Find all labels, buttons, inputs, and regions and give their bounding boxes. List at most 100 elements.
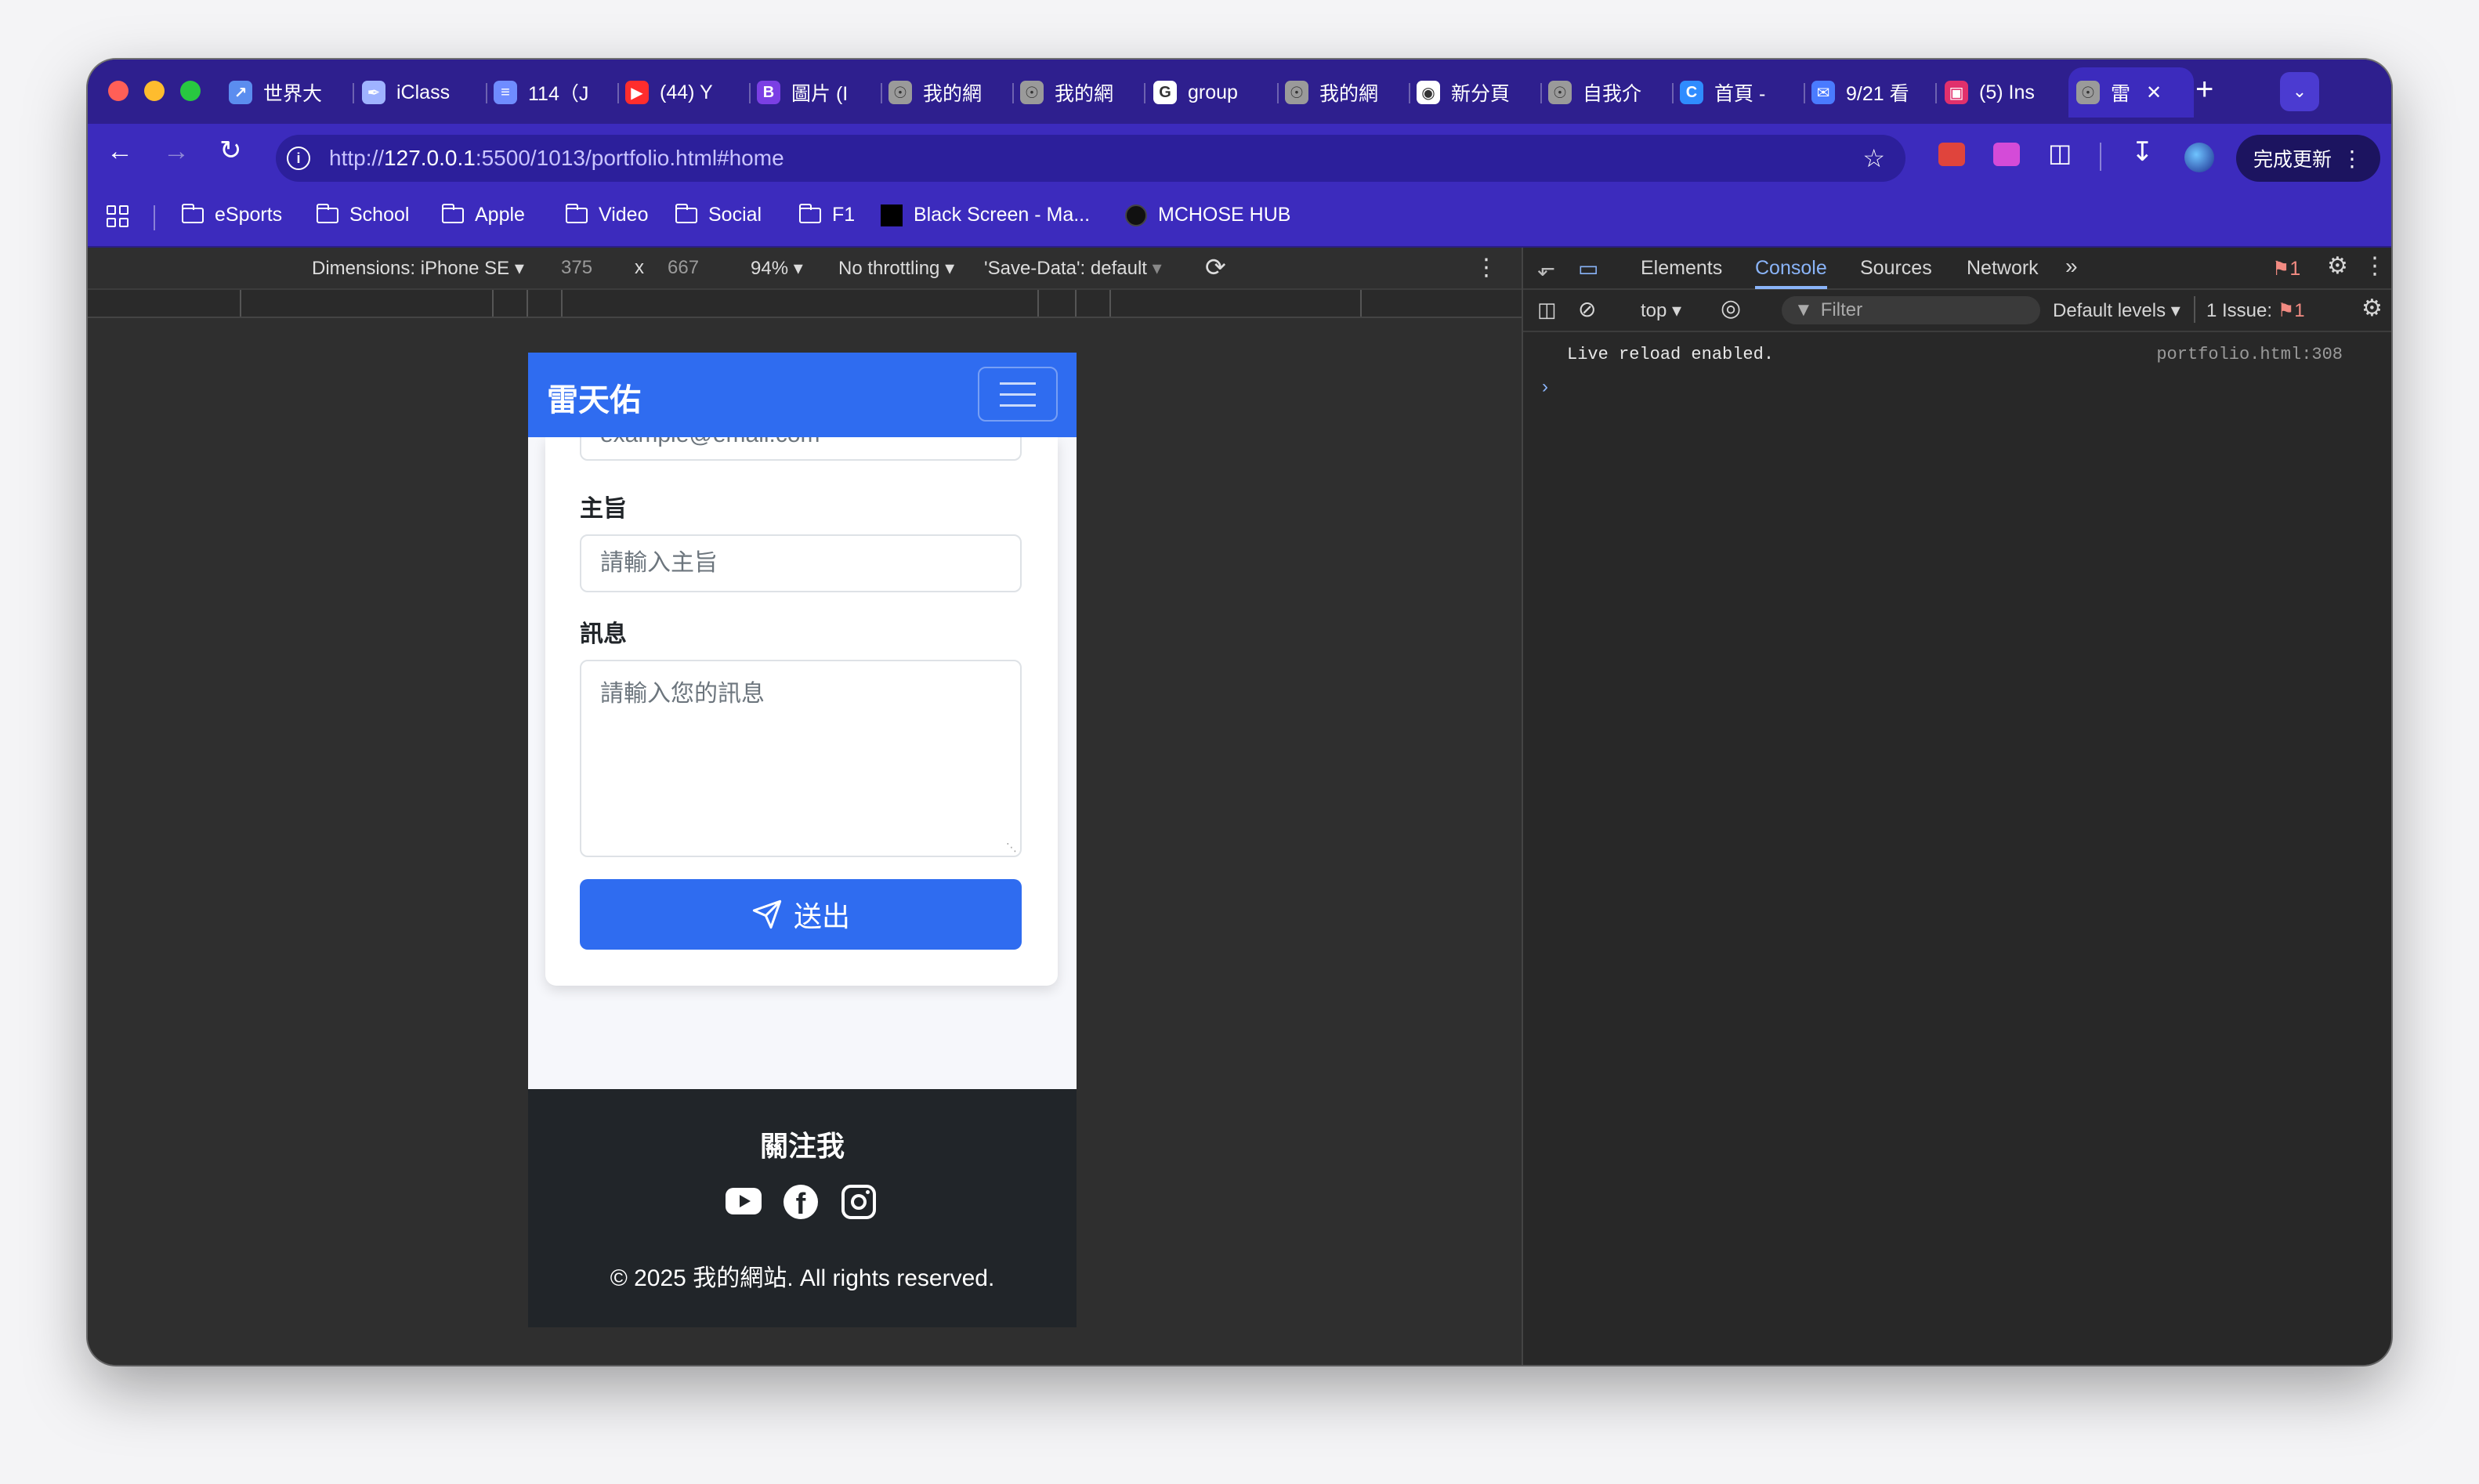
instagram-icon[interactable] xyxy=(841,1185,876,1219)
browser-tab[interactable]: C 首頁 - xyxy=(1672,67,1805,118)
browser-tab[interactable]: Ggroup xyxy=(1145,67,1279,118)
bookmark-label: Social xyxy=(708,204,762,226)
minimize-window-button[interactable] xyxy=(144,81,165,101)
extension-pink-icon[interactable] xyxy=(1993,143,2020,166)
youtube-icon[interactable] xyxy=(726,1188,762,1214)
browser-tab[interactable]: ↗ 世界大 xyxy=(221,67,354,118)
console-log-message: Live reload enabled. xyxy=(1567,345,1775,364)
browser-tab[interactable]: ≡ 114（J xyxy=(486,67,619,118)
extension-red-icon[interactable] xyxy=(1938,143,1965,166)
resize-handle-icon[interactable]: ⋱ xyxy=(1006,841,1017,854)
error-badge[interactable]: ⚑1 xyxy=(2272,257,2300,281)
browser-tab[interactable]: ▶ (44) Y xyxy=(617,67,751,118)
globe-icon: ☉ xyxy=(2076,81,2100,104)
height-field[interactable]: 667 xyxy=(668,257,699,279)
folder-icon xyxy=(799,203,821,223)
media-query-ruler[interactable] xyxy=(88,290,1522,318)
console-prompt-chevron-icon[interactable]: › xyxy=(1542,376,1548,398)
black-square-icon xyxy=(881,204,903,226)
console-log-source-link[interactable]: portfolio.html:308 xyxy=(2156,345,2343,364)
settings-gear-icon[interactable]: ⚙ xyxy=(2327,252,2348,280)
width-field[interactable]: 375 xyxy=(561,257,592,279)
device-toggle-icon[interactable]: ▭ xyxy=(1578,255,1598,281)
bookmark-item[interactable]: eSports xyxy=(182,203,282,226)
tab-label: 世界大 xyxy=(263,83,323,105)
devtools-tab-console[interactable]: Console xyxy=(1755,257,1827,289)
times-sign: x xyxy=(635,257,644,278)
browser-tab[interactable]: ✉ 9/21 看 xyxy=(1804,67,1937,118)
download-icon[interactable]: ↧ xyxy=(2131,136,2154,168)
tab-search-button[interactable]: ⌄ xyxy=(2280,72,2319,111)
rotate-icon[interactable]: ⟳ xyxy=(1205,252,1226,282)
caret-down-icon: ▾ xyxy=(1672,300,1682,321)
context-dropdown[interactable]: top ▾ xyxy=(1641,299,1681,322)
forward-button[interactable]: → xyxy=(163,136,190,167)
close-window-button[interactable] xyxy=(108,81,128,101)
bookmark-item[interactable]: Video xyxy=(566,203,649,226)
caret-down-icon: ▾ xyxy=(793,258,803,279)
more-tabs-icon[interactable]: » xyxy=(2065,254,2078,279)
bookmark-item[interactable]: Apple xyxy=(442,203,525,226)
browser-tab[interactable]: ▣ (5) Ins xyxy=(1937,67,2070,118)
bookmark-item[interactable]: Black Screen - Ma... xyxy=(881,204,1090,226)
zoom-window-button[interactable] xyxy=(180,81,201,101)
close-tab-icon[interactable]: ✕ xyxy=(2146,81,2162,104)
update-label: 完成更新 xyxy=(2253,149,2332,171)
browser-tab[interactable]: ☉ 我的網 xyxy=(1012,67,1145,118)
site-brand[interactable]: 雷天佑 xyxy=(547,375,641,420)
reload-button[interactable]: ↻ xyxy=(219,135,242,166)
browser-tab[interactable]: ☉ 自我介 xyxy=(1540,67,1674,118)
throttling-dropdown[interactable]: No throttling ▾ xyxy=(838,257,954,280)
log-levels-dropdown[interactable]: Default levels ▾ xyxy=(2053,299,2180,322)
tab-label: 雷 xyxy=(2111,83,2131,105)
bookmark-item[interactable]: F1 xyxy=(799,203,856,226)
bookmark-item[interactable]: School xyxy=(317,203,409,226)
clear-console-icon[interactable]: ⊘ xyxy=(1578,296,1596,322)
zoom-dropdown[interactable]: 94% ▾ xyxy=(751,257,803,280)
bookmark-label: F1 xyxy=(832,204,856,226)
devtools-tab-elements[interactable]: Elements xyxy=(1641,257,1722,280)
url-path: :5500/1013/portfolio.html#home xyxy=(475,146,784,170)
profile-avatar[interactable] xyxy=(2184,143,2214,172)
address-bar[interactable]: i http://127.0.0.1:5500/1013/portfolio.h… xyxy=(276,135,1905,182)
devtools-tab-sources[interactable]: Sources xyxy=(1860,257,1932,280)
console-filter-input[interactable]: ▼ Filter xyxy=(1782,296,2040,324)
caret-down-icon: ▾ xyxy=(514,258,524,279)
message-textarea[interactable]: 請輸入您的訊息 ⋱ xyxy=(580,660,1022,857)
site-info-icon[interactable]: i xyxy=(287,147,310,170)
browser-tab[interactable]: ✒ iClass xyxy=(354,67,487,118)
browser-tab[interactable]: B 圖片 (I xyxy=(749,67,882,118)
bookmark-item[interactable]: Social xyxy=(675,203,762,226)
browser-tab[interactable]: ☉ 我的網 xyxy=(1277,67,1410,118)
back-button[interactable]: ← xyxy=(107,136,133,167)
sidebar-toggle-icon[interactable]: ◫ xyxy=(1537,298,1557,322)
bookmark-star-icon[interactable]: ☆ xyxy=(1862,143,1885,173)
more-options-icon[interactable]: ⋮ xyxy=(1475,254,1498,281)
submit-button[interactable]: 送出 xyxy=(580,879,1022,950)
live-expression-eye-icon[interactable]: ◎ xyxy=(1721,295,1741,322)
hamburger-menu-button[interactable] xyxy=(978,367,1058,422)
hamburger-line xyxy=(1000,393,1036,396)
facebook-icon[interactable]: f xyxy=(784,1185,818,1219)
issues-button[interactable]: 1 Issue: ⚑1 xyxy=(2206,299,2305,322)
subject-field[interactable]: 請輸入主旨 xyxy=(580,534,1022,592)
devtools-menu-icon[interactable]: ⋮ xyxy=(2363,252,2387,280)
bookmarks-bar: eSports School Apple Video Social F1 Black Scr… xyxy=(88,191,2391,248)
google-icon: G xyxy=(1153,81,1177,104)
layers-icon: ≡ xyxy=(494,81,517,104)
apps-grid-icon[interactable] xyxy=(107,205,128,227)
devtools-tab-network[interactable]: Network xyxy=(1967,257,2039,280)
browser-tab[interactable]: ☉ 雷 ✕ xyxy=(2068,67,2194,118)
bookmark-item[interactable]: MCHOSE HUB xyxy=(1125,204,1290,226)
save-data-label: 'Save-Data': default xyxy=(984,258,1147,279)
save-data-dropdown[interactable]: 'Save-Data': default ▾ xyxy=(984,257,1162,280)
inspect-element-icon[interactable]: ⬐ xyxy=(1537,255,1555,281)
update-button[interactable]: 完成更新 ⋮ xyxy=(2236,135,2380,182)
console-settings-gear-icon[interactable]: ⚙ xyxy=(2361,295,2383,322)
browser-tab[interactable]: ◉ 新分頁 xyxy=(1409,67,1542,118)
dimensions-dropdown[interactable]: Dimensions: iPhone SE ▾ xyxy=(312,257,524,280)
extensions-puzzle-icon[interactable]: ◫ xyxy=(2048,138,2072,168)
issue-flag-icon: ⚑ xyxy=(2277,300,2295,321)
browser-tab[interactable]: ☉ 我的網 xyxy=(881,67,1014,118)
new-tab-button[interactable]: + xyxy=(2195,72,2213,107)
